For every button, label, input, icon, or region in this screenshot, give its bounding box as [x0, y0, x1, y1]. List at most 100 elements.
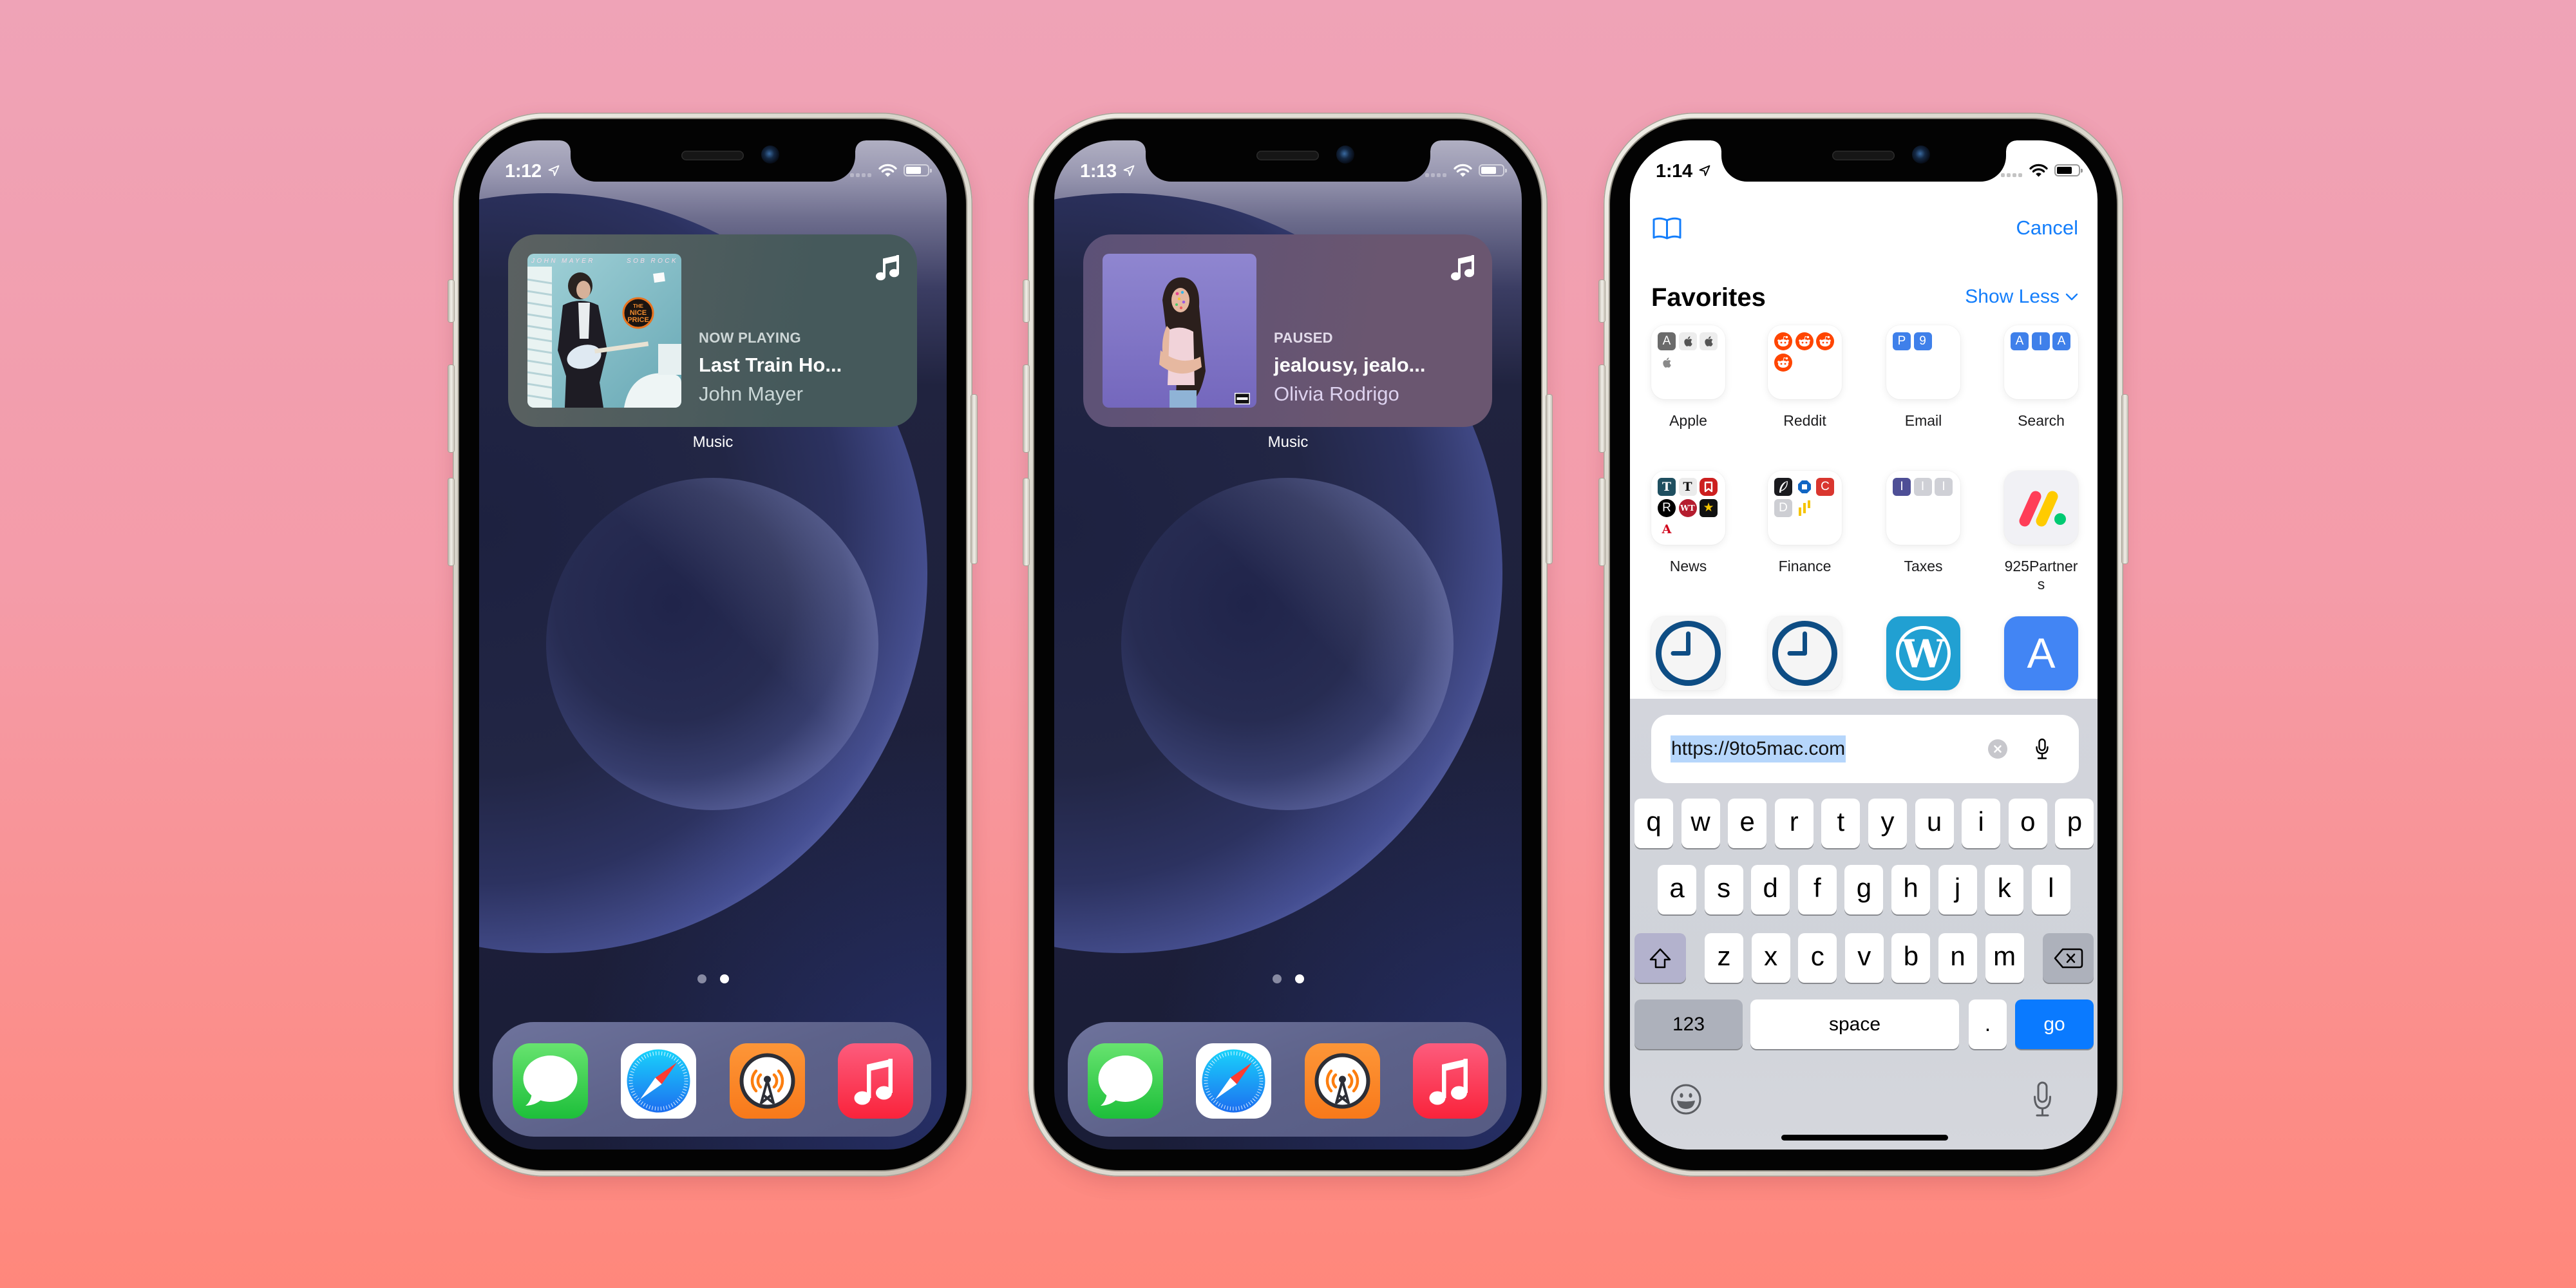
period-key[interactable]: . [1969, 999, 2007, 1049]
favorite-item[interactable]: A Apple [1651, 325, 1725, 429]
dock-app-safari[interactable] [1196, 1043, 1271, 1119]
site-icon-letter: T [1678, 478, 1697, 496]
favorite-tile[interactable] [1768, 325, 1842, 399]
emoji-icon[interactable] [1670, 1083, 1702, 1115]
key-x[interactable]: x [1751, 933, 1790, 983]
go-key[interactable]: go [2015, 999, 2094, 1049]
dock-app-overcast[interactable] [1305, 1043, 1380, 1119]
favorite-item[interactable]: I I I Taxes [1886, 471, 1960, 574]
delete-icon [2054, 948, 2083, 968]
music-app-icon [838, 1043, 913, 1119]
favorite-item[interactable] [1651, 616, 1725, 690]
now-playing-widget[interactable]: PAUSED jealousy, jealo... Olivia Rodrigo [1083, 234, 1492, 427]
site-icon-letter: A [1658, 332, 1676, 350]
key-j[interactable]: j [1938, 865, 1977, 914]
favorite-item[interactable]: A I A Search [2004, 325, 2078, 429]
key-i[interactable]: i [1962, 799, 2001, 848]
favorite-item[interactable]: C D Finance [1768, 471, 1842, 574]
book-icon[interactable] [1652, 216, 1682, 240]
favorite-label: News [1669, 558, 1707, 574]
status-time: 1:14 [1656, 161, 1692, 182]
page-dot[interactable] [1294, 974, 1304, 983]
key-n[interactable]: n [1938, 933, 1977, 983]
mic-icon[interactable] [2034, 738, 2050, 760]
key-m[interactable]: m [1985, 933, 2024, 983]
key-b[interactable]: b [1891, 933, 1931, 983]
delete-key[interactable] [2043, 933, 2094, 983]
home-indicator[interactable] [1781, 1135, 1948, 1141]
key-a[interactable]: a [1658, 865, 1696, 914]
dock-app-overcast[interactable] [730, 1043, 805, 1119]
site-icon-letter: R [1658, 499, 1676, 517]
favorite-tile[interactable]: P9 [1886, 325, 1960, 399]
dock-app-safari[interactable] [621, 1043, 696, 1119]
key-t[interactable]: t [1821, 799, 1861, 848]
bars-icon [1795, 499, 1814, 517]
key-v[interactable]: v [1844, 933, 1884, 983]
key-o[interactable]: o [2008, 799, 2047, 848]
now-playing-widget[interactable]: THE NICE PRICE JOHN MAYER SOB ROCK NOW P… [508, 234, 917, 427]
numbers-key[interactable]: 123 [1634, 999, 1743, 1049]
page-dot[interactable] [719, 974, 729, 983]
site-icon-letter: D [1774, 499, 1792, 517]
favorite-item[interactable]: P 9 Email [1886, 325, 1960, 429]
favorite-item[interactable]: T T R WT ★ A News [1651, 471, 1725, 574]
key-g[interactable]: g [1844, 865, 1884, 914]
clear-icon[interactable] [1988, 739, 2007, 759]
dock-app-messages[interactable] [1088, 1043, 1163, 1119]
dock-app-music[interactable] [838, 1043, 913, 1119]
dock-app-music[interactable] [1413, 1043, 1488, 1119]
key-h[interactable]: h [1891, 865, 1930, 914]
favorite-tile[interactable] [2004, 471, 2078, 545]
favorite-tile[interactable]: T T R WT ★ A [1651, 471, 1725, 545]
reddit-icon [1774, 354, 1792, 372]
key-y[interactable]: y [1868, 799, 1907, 848]
cancel-button[interactable]: Cancel [2016, 218, 2079, 238]
favorite-item[interactable]: 925Partners [2004, 471, 2078, 592]
favorite-tile[interactable]: W [1886, 616, 1960, 690]
key-e[interactable]: e [1728, 799, 1767, 848]
key-c[interactable]: c [1798, 933, 1837, 983]
show-less-button[interactable]: Show Less [1965, 287, 2078, 307]
favorite-tile[interactable]: AIA [2004, 325, 2078, 399]
page-indicator[interactable] [479, 974, 947, 983]
favorite-item[interactable]: W [1886, 616, 1960, 690]
show-less-label: Show Less [1965, 286, 2060, 307]
favorite-item[interactable] [1768, 616, 1842, 690]
wifi-icon [878, 163, 898, 177]
favorite-item[interactable]: Reddit [1768, 325, 1842, 429]
track-title: Last Train Ho... [699, 354, 842, 376]
messages-icon [513, 1043, 588, 1119]
key-l[interactable]: l [2031, 865, 2070, 914]
site-icon-letter: T [1658, 478, 1676, 496]
site-icon-letter: I [1935, 478, 1953, 496]
key-p[interactable]: p [2055, 799, 2094, 848]
key-f[interactable]: f [1797, 865, 1837, 914]
status-time: 1:12 [505, 161, 542, 182]
favorite-tile[interactable]: III [1886, 471, 1960, 545]
playback-state: NOW PLAYING [699, 330, 801, 346]
key-q[interactable]: q [1634, 799, 1673, 848]
shift-key[interactable] [1634, 933, 1686, 983]
dictation-mic-icon[interactable] [2033, 1081, 2052, 1117]
space-key[interactable]: space [1750, 999, 1959, 1049]
key-d[interactable]: d [1751, 865, 1790, 914]
url-field[interactable]: https://9to5mac.com [1651, 715, 2079, 783]
page-indicator[interactable] [1054, 974, 1522, 983]
url-text-selected[interactable]: https://9to5mac.com [1671, 735, 1846, 762]
key-s[interactable]: s [1704, 865, 1743, 914]
favorite-tile[interactable]: A [1651, 325, 1725, 399]
favorite-item[interactable]: A [2004, 616, 2078, 690]
favorite-tile[interactable]: CD [1768, 471, 1842, 545]
dock-app-messages[interactable] [513, 1043, 588, 1119]
key-k[interactable]: k [1985, 865, 2024, 914]
key-u[interactable]: u [1915, 799, 1954, 848]
key-w[interactable]: w [1681, 799, 1720, 848]
key-z[interactable]: z [1705, 933, 1743, 983]
page-dot[interactable] [697, 974, 706, 983]
favorite-tile[interactable] [1651, 616, 1725, 690]
favorite-tile[interactable] [1768, 616, 1842, 690]
page-dot[interactable] [1272, 974, 1282, 983]
key-r[interactable]: r [1774, 799, 1814, 848]
favorite-tile[interactable]: A [2004, 616, 2078, 690]
